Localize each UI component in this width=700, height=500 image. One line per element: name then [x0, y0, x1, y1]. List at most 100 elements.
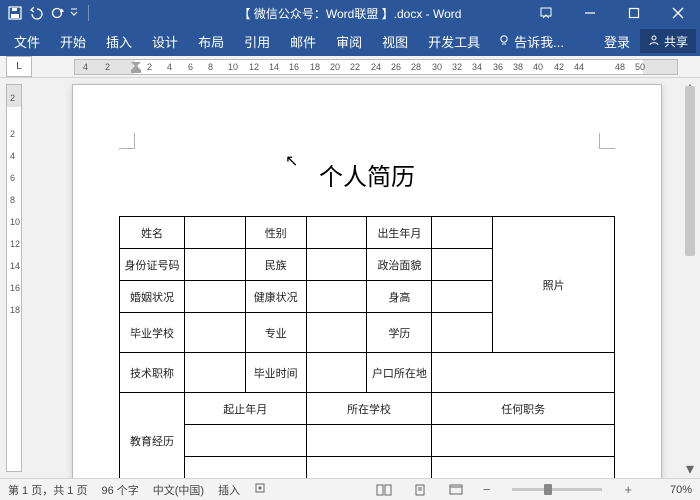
tab-file[interactable]: 文件: [4, 26, 50, 56]
save-icon[interactable]: [8, 6, 22, 20]
cell-id-label[interactable]: 身份证号码: [120, 249, 185, 281]
table-row: 教育经历 起止年月 所在学校 任何职务: [120, 393, 615, 425]
share-label: 共享: [664, 33, 688, 50]
cell-gradtime-value[interactable]: [306, 353, 367, 393]
vertical-ruler[interactable]: 224681012141618: [6, 84, 22, 472]
cell-health-label[interactable]: 健康状况: [245, 281, 306, 313]
cell-height-value[interactable]: [432, 281, 493, 313]
tab-references[interactable]: 引用: [234, 26, 280, 56]
cell-birth-label[interactable]: 出生年月: [367, 217, 432, 249]
cell-political-value[interactable]: [432, 249, 493, 281]
cell-degree-value[interactable]: [432, 313, 493, 353]
maximize-icon[interactable]: [612, 0, 656, 26]
cell-political-label[interactable]: 政治面貌: [367, 249, 432, 281]
status-words[interactable]: 96 个字: [101, 482, 138, 498]
minimize-icon[interactable]: [568, 0, 612, 26]
qat-dropdown-icon[interactable]: [70, 6, 78, 20]
cell-photo[interactable]: 照片: [493, 217, 615, 353]
cell-edu-position[interactable]: [432, 425, 615, 457]
tab-insert[interactable]: 插入: [96, 26, 142, 56]
cell-edu-position[interactable]: [432, 457, 615, 479]
cell-birth-value[interactable]: [432, 217, 493, 249]
tab-developer[interactable]: 开发工具: [418, 26, 490, 56]
cell-marital-value[interactable]: [184, 281, 245, 313]
tell-me-label: 告诉我...: [514, 32, 564, 51]
view-read-icon[interactable]: [373, 481, 395, 499]
window-controls: [524, 0, 700, 26]
cell-id-value[interactable]: [184, 249, 245, 281]
view-web-icon[interactable]: [445, 481, 467, 499]
tab-view[interactable]: 视图: [372, 26, 418, 56]
status-mode[interactable]: 插入: [218, 482, 240, 498]
cell-gender-value[interactable]: [306, 217, 367, 249]
cell-school-header[interactable]: 所在学校: [306, 393, 432, 425]
tab-design[interactable]: 设计: [142, 26, 188, 56]
tab-home[interactable]: 开始: [50, 26, 96, 56]
table-row: [120, 457, 615, 479]
view-print-icon[interactable]: [409, 481, 431, 499]
tell-me[interactable]: 告诉我...: [490, 32, 572, 51]
macro-record-icon[interactable]: [254, 482, 266, 497]
qat-separator: [88, 5, 89, 21]
cell-ethnic-value[interactable]: [306, 249, 367, 281]
zoom-in-icon[interactable]: +: [622, 482, 634, 497]
cell-title-value[interactable]: [184, 353, 245, 393]
resume-table: 姓名 性别 出生年月 照片 身份证号码 民族 政治面貌 婚姻状况 健康状况: [119, 216, 615, 478]
titlebar: 【 微信公众号：Word联盟 】.docx - Word: [0, 0, 700, 26]
ribbon-tabs: 文件 开始 插入 设计 布局 引用 邮件 审阅 视图 开发工具 告诉我... 登…: [0, 26, 700, 56]
cell-degree-label[interactable]: 学历: [367, 313, 432, 353]
horizontal-ruler[interactable]: 4224681012141618202224262830323436384042…: [74, 59, 678, 75]
scroll-down-icon[interactable]: ▾: [683, 462, 697, 476]
cell-name-label[interactable]: 姓名: [120, 217, 185, 249]
zoom-slider-knob[interactable]: [544, 484, 552, 495]
cell-marital-label[interactable]: 婚姻状况: [120, 281, 185, 313]
zoom-level[interactable]: 70%: [648, 484, 692, 496]
cell-major-label[interactable]: 专业: [245, 313, 306, 353]
redo-icon[interactable]: [50, 6, 64, 20]
crop-mark-tr: [599, 133, 615, 149]
quick-access-toolbar: [0, 5, 93, 21]
cell-position-header[interactable]: 任何职务: [432, 393, 615, 425]
cell-hukou-label[interactable]: 户口所在地: [367, 353, 432, 393]
lightbulb-icon: [498, 34, 510, 49]
cell-gender-label[interactable]: 性别: [245, 217, 306, 249]
vertical-scrollbar[interactable]: ▴ ▾: [683, 82, 697, 474]
cell-name-value[interactable]: [184, 217, 245, 249]
tab-layout[interactable]: 布局: [188, 26, 234, 56]
cell-ethnic-label[interactable]: 民族: [245, 249, 306, 281]
status-bar: 第 1 页，共 1 页 96 个字 中文(中国) 插入 − + 70%: [0, 478, 700, 500]
cell-edu-school[interactable]: [306, 457, 432, 479]
tab-review[interactable]: 审阅: [326, 26, 372, 56]
ribbon-options-icon[interactable]: [524, 0, 568, 26]
scrollbar-thumb[interactable]: [685, 86, 695, 256]
tab-mailings[interactable]: 邮件: [280, 26, 326, 56]
cell-health-value[interactable]: [306, 281, 367, 313]
cell-period-header[interactable]: 起止年月: [184, 393, 306, 425]
table-row: 技术职称 毕业时间 户口所在地: [120, 353, 615, 393]
cell-school-label[interactable]: 毕业学校: [120, 313, 185, 353]
cell-height-label[interactable]: 身高: [367, 281, 432, 313]
cell-gradtime-label[interactable]: 毕业时间: [245, 353, 306, 393]
document-page[interactable]: ↖ 个人简历 姓名 性别 出生年月 照片 身份证号码 民族 政治面貌 婚姻: [72, 84, 662, 478]
cell-edu-school[interactable]: [306, 425, 432, 457]
table-row: [120, 425, 615, 457]
undo-icon[interactable]: [28, 6, 44, 20]
share-button[interactable]: 共享: [640, 29, 696, 53]
table-row: 姓名 性别 出生年月 照片: [120, 217, 615, 249]
signin-link[interactable]: 登录: [594, 26, 640, 56]
cell-major-value[interactable]: [306, 313, 367, 353]
crop-mark-tl: [119, 133, 135, 149]
cell-title-label[interactable]: 技术职称: [120, 353, 185, 393]
zoom-slider[interactable]: [512, 488, 602, 491]
cell-edu-period[interactable]: [184, 425, 306, 457]
status-language[interactable]: 中文(中国): [153, 482, 204, 498]
close-icon[interactable]: [656, 0, 700, 26]
cell-hukou-value[interactable]: [432, 353, 615, 393]
cell-school-value[interactable]: [184, 313, 245, 353]
cell-edu-period[interactable]: [184, 457, 306, 479]
zoom-out-icon[interactable]: −: [481, 482, 493, 497]
document-title: 个人简历: [73, 157, 661, 192]
cell-edu-label[interactable]: 教育经历: [120, 393, 185, 479]
status-page[interactable]: 第 1 页，共 1 页: [8, 482, 87, 498]
tab-selector[interactable]: L: [6, 56, 32, 77]
